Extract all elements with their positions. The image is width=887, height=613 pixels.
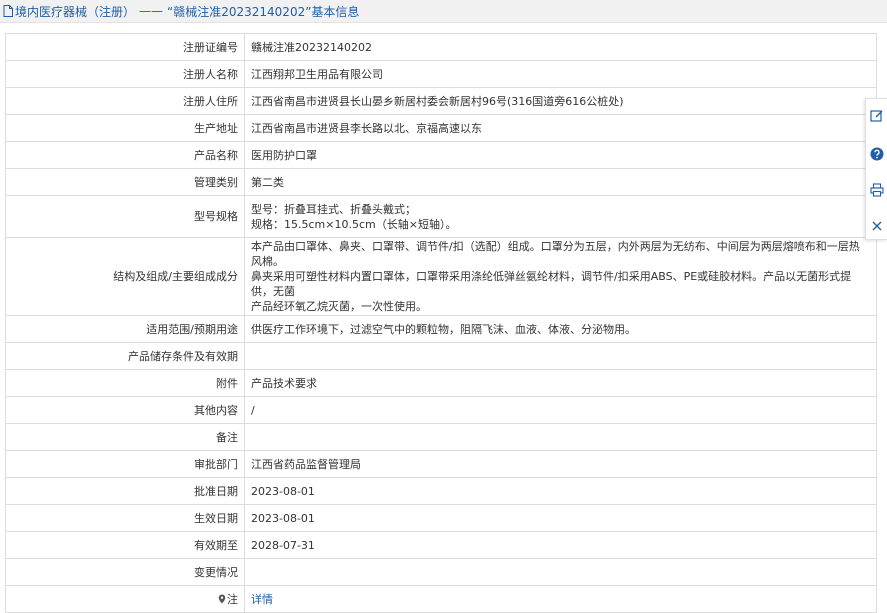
help-icon: [870, 147, 884, 164]
print-icon: [870, 182, 884, 200]
value-line: 鼻夹采用可塑性材料内置口罩体，口罩带采用涤纶低弹丝氨纶材料，调节件/扣采用ABS…: [251, 270, 852, 298]
row-label: 型号规格: [5, 195, 245, 238]
row-value: 2023-08-01: [244, 504, 877, 532]
table-row: 结构及组成/主要组成成分 本产品由口罩体、鼻夹、口罩带、调节件/扣（选配）组成。…: [5, 237, 877, 316]
row-value: 型号：折叠耳挂式、折叠头戴式； 规格：15.5cm×10.5cm（长轴×短轴）。: [244, 195, 877, 238]
table-row: 生产地址 江西省南昌市进贤县李长路以北、京福高速以东: [5, 114, 877, 142]
row-label: 管理类别: [5, 168, 245, 196]
row-label: 注册人住所: [5, 87, 245, 115]
table-row: 注 详情: [5, 585, 877, 613]
table-row: 审批部门 江西省药品监督管理局: [5, 450, 877, 478]
table-row: 适用范围/预期用途 供医疗工作环境下，过滤空气中的颗粒物，阻隔飞沫、血液、体液、…: [5, 315, 877, 343]
row-label: 变更情况: [5, 558, 245, 586]
table-row: 管理类别 第二类: [5, 168, 877, 196]
row-label: 注册人名称: [5, 60, 245, 88]
close-icon: [871, 220, 883, 235]
row-label: 有效期至: [5, 531, 245, 559]
table-row: 有效期至 2028-07-31: [5, 531, 877, 559]
table-row: 产品名称 医用防护口罩: [5, 141, 877, 169]
row-label: 其他内容: [5, 396, 245, 424]
table-row: 产品储存条件及有效期: [5, 342, 877, 370]
header-record-title: “赣械注准20232140202”基本信息: [167, 4, 360, 19]
note-label: 注: [5, 585, 245, 613]
table-row: 其他内容 /: [5, 396, 877, 424]
document-icon: [3, 5, 13, 17]
table-row: 批准日期 2023-08-01: [5, 477, 877, 505]
row-value: 江西翔邦卫生用品有限公司: [244, 60, 877, 88]
table-row: 注册人住所 江西省南昌市进贤县长山晏乡新居村委会新居村96号(316国道旁616…: [5, 87, 877, 115]
row-value: 医用防护口罩: [244, 141, 877, 169]
row-label: 产品储存条件及有效期: [5, 342, 245, 370]
table-row: 型号规格 型号：折叠耳挂式、折叠头戴式； 规格：15.5cm×10.5cm（长轴…: [5, 195, 877, 238]
row-label: 批准日期: [5, 477, 245, 505]
floating-toolbar: [865, 98, 887, 240]
row-value: 产品技术要求: [244, 369, 877, 397]
row-value: [244, 342, 877, 370]
details-link[interactable]: 详情: [251, 593, 273, 606]
row-label: 产品名称: [5, 141, 245, 169]
row-value: 赣械注准20232140202: [244, 33, 877, 61]
row-value: [244, 423, 877, 451]
row-label: 注册证编号: [5, 33, 245, 61]
table-row: 生效日期 2023-08-01: [5, 504, 877, 532]
value-line: 本产品由口罩体、鼻夹、口罩带、调节件/扣（选配）组成。口罩分为五层，内外两层为无…: [251, 240, 860, 268]
value-line: 规格：15.5cm×10.5cm（长轴×短轴）。: [251, 217, 457, 231]
table-row: 备注: [5, 423, 877, 451]
row-value: 供医疗工作环境下，过滤空气中的颗粒物，阻隔飞沫、血液、体液、分泌物用。: [244, 315, 877, 343]
row-value: 江西省南昌市进贤县长山晏乡新居村委会新居村96号(316国道旁616公桩处): [244, 87, 877, 115]
close-button[interactable]: [869, 219, 885, 235]
row-label: 适用范围/预期用途: [5, 315, 245, 343]
info-table: 注册证编号 赣械注准20232140202 注册人名称 江西翔邦卫生用品有限公司…: [5, 33, 877, 613]
edit-button[interactable]: [869, 109, 885, 125]
print-button[interactable]: [869, 182, 885, 200]
page-header: 境内医疗器械（注册） —— “赣械注准20232140202”基本信息: [0, 0, 887, 23]
row-label: 附件: [5, 369, 245, 397]
row-value: /: [244, 396, 877, 424]
row-label: 注: [227, 592, 238, 606]
row-value: 2023-08-01: [244, 477, 877, 505]
header-category: 境内医疗器械（注册）: [15, 4, 136, 19]
row-value: 第二类: [244, 168, 877, 196]
row-value: 详情: [244, 585, 877, 613]
row-value: [244, 558, 877, 586]
header-separator: ——: [139, 4, 164, 18]
row-label: 结构及组成/主要组成成分: [5, 237, 245, 316]
value-line: 产品经环氧乙烷灭菌，一次性使用。: [251, 300, 427, 313]
row-value: 江西省药品监督管理局: [244, 450, 877, 478]
value-line: 型号：折叠耳挂式、折叠头戴式；: [251, 202, 416, 216]
table-row: 变更情况: [5, 558, 877, 586]
table-row: 注册证编号 赣械注准20232140202: [5, 33, 877, 61]
edit-icon: [870, 109, 884, 126]
row-label: 审批部门: [5, 450, 245, 478]
map-pin-icon: [218, 593, 226, 603]
table-row: 注册人名称 江西翔邦卫生用品有限公司: [5, 60, 877, 88]
table-row: 附件 产品技术要求: [5, 369, 877, 397]
help-button[interactable]: [869, 147, 885, 163]
row-label: 备注: [5, 423, 245, 451]
row-value: 江西省南昌市进贤县李长路以北、京福高速以东: [244, 114, 877, 142]
row-value: 2028-07-31: [244, 531, 877, 559]
row-value: 本产品由口罩体、鼻夹、口罩带、调节件/扣（选配）组成。口罩分为五层，内外两层为无…: [244, 237, 877, 316]
row-label: 生效日期: [5, 504, 245, 532]
row-label: 生产地址: [5, 114, 245, 142]
